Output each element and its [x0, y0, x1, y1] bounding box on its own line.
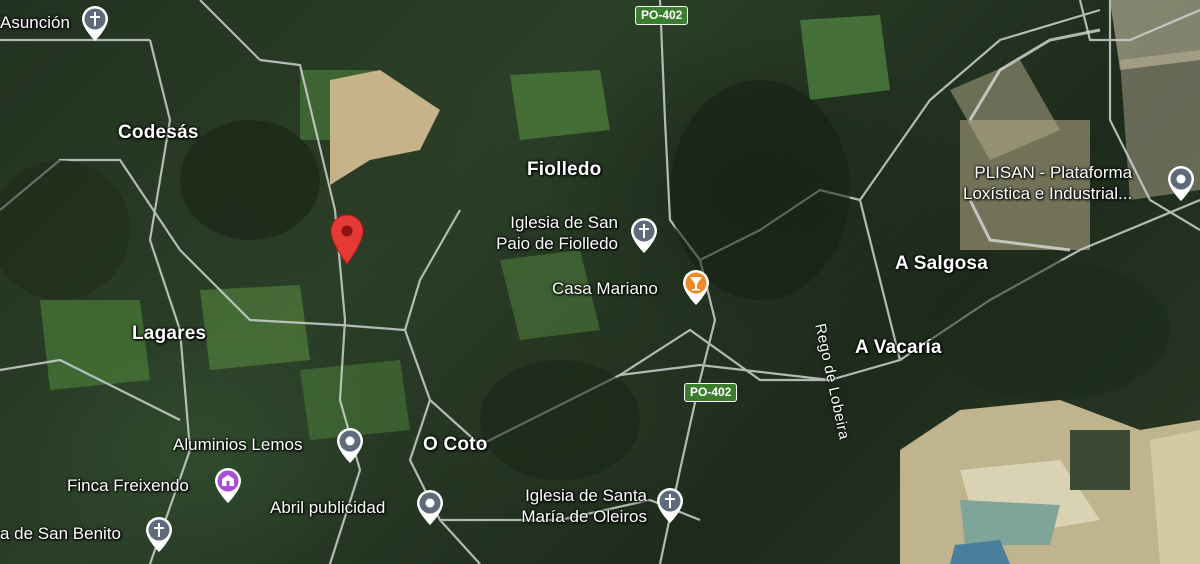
road-shield-po402: PO-402	[684, 383, 738, 402]
poi-label-san-benito[interactable]: a de San Benito	[0, 523, 121, 544]
poi-label-aluminios-lemos[interactable]: Aluminios Lemos	[173, 434, 302, 455]
place-label-fiolledo: Fiolledo	[527, 159, 602, 180]
poi-label-plisan[interactable]: PLISAN - Plataforma Loxística e Industri…	[963, 162, 1132, 204]
event-venue-icon[interactable]	[212, 466, 244, 504]
poi-label-casa-mariano[interactable]: Casa Mariano	[552, 278, 658, 299]
poi-label-line: PLISAN - Plataforma	[974, 163, 1133, 182]
location-pin-icon[interactable]	[328, 213, 366, 265]
church-icon[interactable]	[79, 4, 111, 42]
poi-label-finca-freixendo[interactable]: Finca Freixendo	[67, 475, 189, 496]
place-label-codesas: Codesás	[118, 122, 199, 143]
church-icon[interactable]	[654, 486, 686, 524]
poi-label-line: Loxística e Industrial...	[963, 184, 1133, 203]
poi-label-line: Iglesia de Santa	[525, 486, 647, 505]
bar-icon[interactable]	[680, 268, 712, 306]
road-shield-po402: PO-402	[635, 6, 689, 25]
place-icon[interactable]	[414, 488, 446, 526]
place-icon[interactable]	[334, 426, 366, 464]
church-icon[interactable]	[143, 515, 175, 553]
poi-label-line: Iglesia de San	[510, 213, 618, 232]
poi-label-line: María de Oleiros	[521, 507, 647, 526]
poi-label-line: Paio de Fiolledo	[496, 234, 618, 253]
place-label-lagares: Lagares	[132, 323, 207, 344]
place-label-a-salgosa: A Salgosa	[895, 253, 988, 274]
place-label-o-coto: O Coto	[423, 434, 488, 455]
poi-label-asuncion[interactable]: Asunción	[0, 12, 70, 33]
poi-label-iglesia-santa-maria[interactable]: Iglesia de Santa María de Oleiros	[509, 485, 647, 527]
place-icon[interactable]	[1165, 164, 1197, 202]
church-icon[interactable]	[628, 216, 660, 254]
place-label-a-vacaria: A Vacaría	[855, 337, 942, 358]
poi-label-iglesia-san-paio[interactable]: Iglesia de San Paio de Fiolledo	[496, 212, 618, 254]
poi-label-abril-publicidad[interactable]: Abril publicidad	[270, 497, 385, 518]
satellite-map[interactable]: Codesás Fiolledo Lagares A Salgosa A Vac…	[0, 0, 1200, 564]
